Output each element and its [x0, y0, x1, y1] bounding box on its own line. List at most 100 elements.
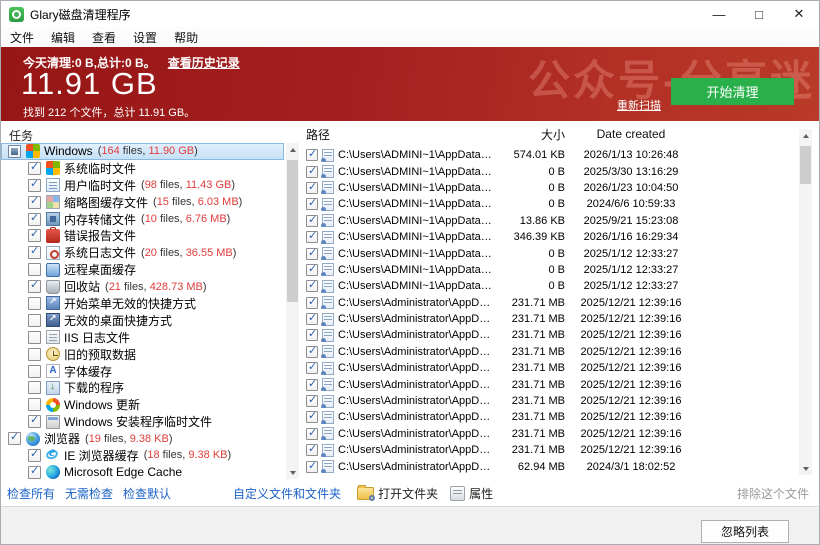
menu-file[interactable]: 文件	[2, 27, 42, 48]
task-checkbox[interactable]	[28, 245, 41, 260]
task-tree-row[interactable]: 系统临时文件	[1, 160, 284, 177]
task-checkbox[interactable]	[28, 296, 41, 310]
file-row[interactable]: C:\Users\ADMINI~1\AppData\Local\Tem... 3…	[303, 229, 797, 245]
task-tree-row[interactable]: Windows 安装程序临时文件	[1, 413, 284, 430]
task-checkbox[interactable]	[28, 228, 41, 243]
file-row[interactable]: C:\Users\ADMINI~1\AppData\Local\Tem... 0…	[303, 262, 797, 278]
file-row[interactable]: C:\Users\Administrator\AppData\Local\A..…	[303, 311, 797, 327]
column-header-path[interactable]: 路径	[303, 126, 493, 143]
task-checkbox[interactable]	[28, 279, 41, 294]
task-checkbox[interactable]	[8, 144, 21, 158]
file-row[interactable]: C:\Users\Administrator\AppData\Local\A..…	[303, 442, 797, 458]
task-checkbox[interactable]	[28, 364, 41, 378]
task-checkbox[interactable]	[28, 313, 41, 327]
check-none-link[interactable]: 无需检查	[65, 485, 113, 502]
task-tree-row[interactable]: 回收站 (21 files, 428.73 MB)	[1, 278, 284, 295]
ignore-list-button[interactable]: 忽略列表	[701, 520, 789, 543]
task-checkbox[interactable]	[28, 414, 41, 429]
scrollbar-thumb[interactable]	[800, 146, 811, 184]
task-tree-row[interactable]: 缩略图缓存文件 (15 files, 6.03 MB)	[1, 194, 284, 211]
task-tree-row[interactable]: 系统日志文件 (20 files, 36.55 MB)	[1, 244, 284, 261]
file-checkbox[interactable]	[306, 165, 318, 178]
column-header-size[interactable]: 大小	[493, 126, 565, 143]
file-row[interactable]: C:\Users\Administrator\AppData\Local\A..…	[303, 344, 797, 360]
menu-settings[interactable]: 设置	[125, 27, 165, 48]
file-checkbox[interactable]	[306, 329, 318, 342]
task-tree-row[interactable]: 字体缓存	[1, 363, 284, 380]
file-checkbox[interactable]	[306, 263, 318, 276]
task-tree-row[interactable]: 开始菜单无效的快捷方式	[1, 295, 284, 312]
file-row[interactable]: C:\Users\ADMINI~1\AppData\Local\Tem... 0…	[303, 180, 797, 196]
minimize-button[interactable]: —	[699, 1, 739, 27]
file-row[interactable]: C:\Users\ADMINI~1\AppData\Local\Tem... 0…	[303, 245, 797, 261]
scroll-down-icon[interactable]	[799, 462, 812, 475]
scroll-up-icon[interactable]	[286, 143, 299, 156]
file-checkbox[interactable]	[306, 296, 318, 309]
task-tree-row[interactable]: 用户临时文件 (98 files, 11.43 GB)	[1, 177, 284, 194]
file-checkbox[interactable]	[306, 460, 318, 473]
file-checkbox[interactable]	[306, 280, 318, 293]
file-row[interactable]: C:\Users\ADMINI~1\AppData\Local\Tem... 1…	[303, 213, 797, 229]
file-row[interactable]: C:\Users\Administrator\AppData\Local\ai.…	[303, 295, 797, 311]
check-default-link[interactable]: 检查默认	[123, 485, 171, 502]
task-checkbox[interactable]	[28, 212, 41, 226]
file-checkbox[interactable]	[306, 247, 318, 260]
file-checkbox[interactable]	[306, 395, 318, 408]
maximize-button[interactable]: □	[739, 1, 779, 27]
close-button[interactable]: ✕	[779, 1, 819, 27]
task-tree-row[interactable]: Microsoft Edge Cache	[1, 464, 284, 481]
open-folder-button[interactable]: 打开文件夹	[357, 484, 438, 502]
file-row[interactable]: C:\Users\Administrator\AppData\Local\A..…	[303, 393, 797, 409]
file-checkbox[interactable]	[306, 345, 318, 358]
task-checkbox[interactable]	[28, 161, 41, 175]
file-row[interactable]: C:\Users\Administrator\AppData\Local\A..…	[303, 426, 797, 442]
file-checkbox[interactable]	[306, 427, 318, 440]
view-history-link[interactable]: 查看历史记录	[168, 56, 240, 70]
file-row[interactable]: C:\Users\Administrator\AppData\Local\A..…	[303, 376, 797, 392]
scroll-up-icon[interactable]	[799, 129, 812, 142]
file-row[interactable]: C:\Users\Administrator\AppData\Local\A..…	[303, 327, 797, 343]
task-checkbox[interactable]	[28, 381, 41, 395]
menu-view[interactable]: 查看	[84, 27, 124, 48]
custom-files-link[interactable]: 自定义文件和文件夹	[233, 485, 341, 502]
start-clean-button[interactable]: 开始清理	[671, 78, 794, 105]
task-tree-row[interactable]: Windows (164 files, 11.90 GB)	[1, 143, 284, 160]
menu-help[interactable]: 帮助	[166, 27, 206, 48]
column-header-date[interactable]: Date created	[565, 127, 697, 141]
file-row[interactable]: C:\Users\Administrator\AppData\Local\A..…	[303, 409, 797, 425]
file-row[interactable]: C:\Users\Administrator\AppData\Local\A..…	[303, 360, 797, 376]
file-row[interactable]: C:\Users\Administrator\AppData\Local\A..…	[303, 458, 797, 474]
task-checkbox[interactable]	[28, 448, 41, 462]
task-tree-row[interactable]: Windows 更新	[1, 396, 284, 413]
file-row[interactable]: C:\Users\ADMINI~1\AppData\Local\Tem... 0…	[303, 278, 797, 294]
file-checkbox[interactable]	[306, 231, 318, 244]
file-checkbox[interactable]	[306, 313, 318, 326]
task-checkbox[interactable]	[28, 263, 41, 277]
task-checkbox[interactable]	[28, 347, 41, 361]
file-checkbox[interactable]	[306, 444, 318, 457]
task-checkbox[interactable]	[28, 465, 41, 479]
task-tree-row[interactable]: IE 浏览器缓存 (18 files, 9.38 KB)	[1, 445, 284, 464]
task-tree-row[interactable]: 远程桌面缓存	[1, 261, 284, 278]
task-checkbox[interactable]	[28, 178, 41, 192]
file-checkbox[interactable]	[306, 214, 318, 227]
task-tree-row[interactable]: 错误报告文件	[1, 226, 284, 244]
file-checkbox[interactable]	[306, 198, 318, 211]
task-tree-row[interactable]: 内存转储文件 (10 files, 6.76 MB)	[1, 211, 284, 228]
check-all-link[interactable]: 检查所有	[7, 485, 55, 502]
files-scrollbar[interactable]	[799, 129, 812, 475]
file-row[interactable]: C:\Users\ADMINI~1\AppData\Local\Tem... 5…	[303, 147, 797, 163]
task-tree-row[interactable]: 浏览器 (19 files, 9.38 KB)	[1, 430, 284, 447]
task-tree-row[interactable]: 旧的预取数据	[1, 346, 284, 363]
file-checkbox[interactable]	[306, 149, 318, 162]
file-checkbox[interactable]	[306, 181, 318, 194]
file-checkbox[interactable]	[306, 411, 318, 424]
task-tree-row[interactable]: 无效的桌面快捷方式	[1, 312, 284, 329]
tasks-scrollbar[interactable]	[286, 143, 299, 479]
rescan-link[interactable]: 重新扫描	[617, 97, 661, 113]
file-row[interactable]: C:\Users\ADMINI~1\AppData\Local\Tem... 0…	[303, 163, 797, 179]
scroll-down-icon[interactable]	[286, 466, 299, 479]
task-checkbox[interactable]	[28, 195, 41, 209]
task-checkbox[interactable]	[8, 431, 21, 446]
menu-edit[interactable]: 编辑	[43, 27, 83, 48]
